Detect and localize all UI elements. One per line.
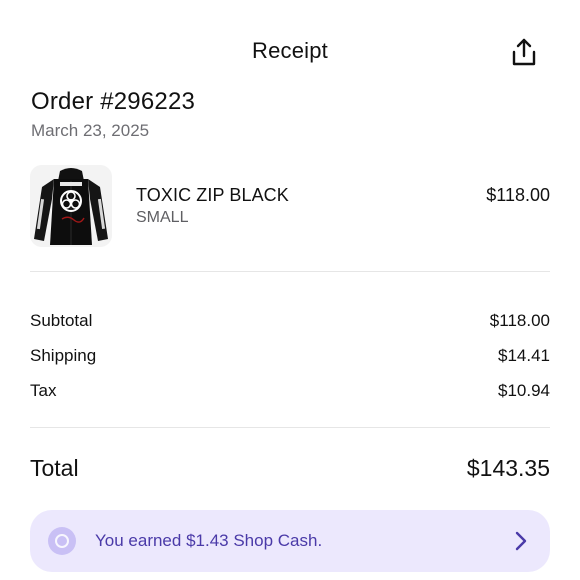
line-item[interactable]: TOXIC ZIP BLACK SMALL $118.00 — [30, 165, 550, 250]
tax-label: Tax — [30, 381, 57, 400]
shop-cash-banner[interactable]: You earned $1.43 Shop Cash. — [30, 510, 550, 572]
subtotal-value: $118.00 — [489, 311, 550, 330]
subtotal-row: Subtotal $118.00 — [30, 311, 550, 335]
divider — [30, 271, 550, 272]
share-button[interactable] — [508, 36, 540, 68]
page-title: Receipt — [252, 38, 328, 63]
product-name: TOXIC ZIP BLACK — [136, 185, 289, 205]
order-date: March 23, 2025 — [31, 121, 150, 140]
chevron-right-icon — [515, 531, 527, 551]
subtotal-label: Subtotal — [30, 311, 93, 330]
order-number: Order #296223 — [31, 88, 196, 115]
divider — [30, 427, 550, 428]
shipping-row: Shipping $14.41 — [30, 346, 550, 370]
total-row: Total $143.35 — [30, 455, 550, 485]
tax-value: $10.94 — [498, 381, 550, 400]
product-thumbnail[interactable] — [30, 165, 112, 247]
shipping-label: Shipping — [30, 346, 97, 365]
tax-row: Tax $10.94 — [30, 381, 550, 405]
total-label: Total — [30, 455, 79, 481]
share-icon — [512, 38, 536, 66]
shop-cash-text: You earned $1.43 Shop Cash. — [95, 531, 323, 550]
shop-cash-coin-icon — [48, 527, 76, 555]
product-price: $118.00 — [486, 185, 550, 205]
hoodie-product-image — [30, 165, 112, 247]
product-variant: SMALL — [136, 209, 189, 226]
total-value: $143.35 — [466, 455, 550, 481]
shipping-value: $14.41 — [498, 346, 550, 365]
